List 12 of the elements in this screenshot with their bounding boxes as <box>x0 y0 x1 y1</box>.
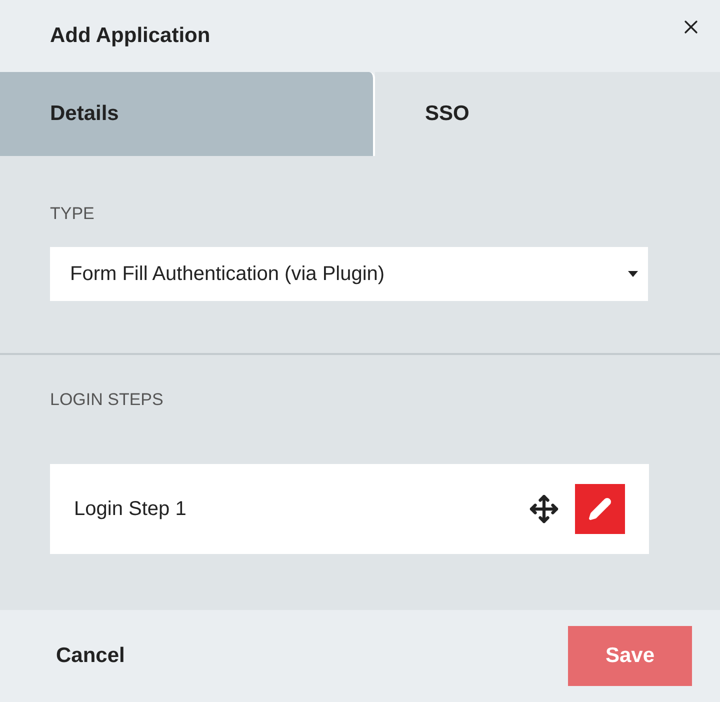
pencil-icon <box>588 497 612 521</box>
dropdown-caret-icon <box>628 270 638 276</box>
step-name: Login Step 1 <box>74 497 188 522</box>
dialog-title: Add Application <box>50 23 210 50</box>
cancel-button[interactable]: Cancel <box>56 640 125 672</box>
tab[interactable]: Details <box>0 72 375 156</box>
section-label: TYPE <box>50 203 96 225</box>
drag-handle-icon[interactable] <box>529 494 559 524</box>
type-select[interactable]: Form Fill Authentication (via Plugin) <box>50 246 648 300</box>
tab[interactable]: SSO <box>375 72 720 156</box>
section-label: LOGIN STEPS <box>50 388 164 410</box>
edit-button[interactable] <box>575 484 625 534</box>
